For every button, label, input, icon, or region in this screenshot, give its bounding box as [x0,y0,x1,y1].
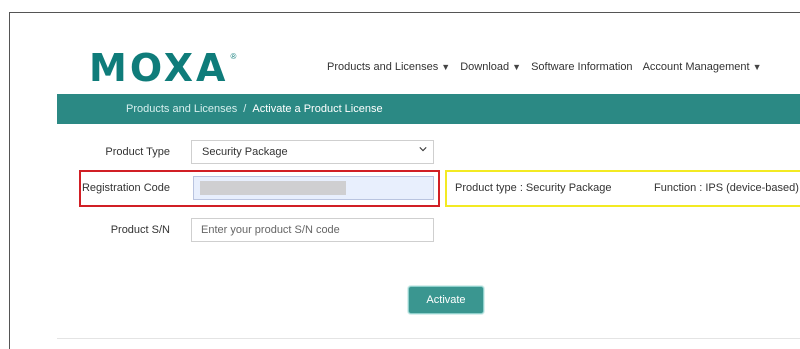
top-navigation: Products and Licenses ▼ Download ▼ Softw… [327,61,762,73]
activate-button[interactable]: Activate [408,286,484,314]
nav-software-information[interactable]: Software Information [531,61,633,73]
moxa-logo[interactable]: MOXA ® [89,46,237,90]
product-type-info: Product type : Security Package [455,182,612,194]
caret-down-icon: ▼ [752,62,762,72]
registration-code-input[interactable] [193,176,434,200]
window-frame-top [9,12,800,13]
registration-code-label: Registration Code [81,182,170,194]
redacted-code-mask [200,181,346,195]
breadcrumb-separator: / [243,103,247,115]
caret-down-icon: ▼ [512,62,522,72]
nav-account-management[interactable]: Account Management ▼ [643,61,762,73]
product-type-value: Security Package [202,146,288,158]
product-sn-input[interactable] [191,218,434,242]
breadcrumb-products-and-licenses[interactable]: Products and Licenses [126,103,237,115]
product-sn-label: Product S/N [110,224,170,236]
nav-label: Software Information [531,61,633,73]
nav-label: Products and Licenses [327,61,439,73]
nav-download[interactable]: Download ▼ [460,61,521,73]
section-divider [57,338,800,339]
product-type-select[interactable]: Security Package [191,140,434,164]
function-info: Function : IPS (device-based) [654,182,799,194]
caret-down-icon: ▼ [441,62,451,72]
window-frame-left [9,12,10,349]
logo-text: MOXA [89,46,229,90]
nav-label: Account Management [642,61,750,73]
product-type-label: Product Type [105,146,170,158]
nav-products-and-licenses[interactable]: Products and Licenses ▼ [327,61,450,73]
breadcrumb: Products and Licenses / Activate a Produ… [57,94,800,124]
nav-label: Download [460,61,510,73]
breadcrumb-current-page: Activate a Product License [252,103,383,115]
registered-mark: ® [230,52,237,61]
chevron-down-icon [419,147,427,152]
